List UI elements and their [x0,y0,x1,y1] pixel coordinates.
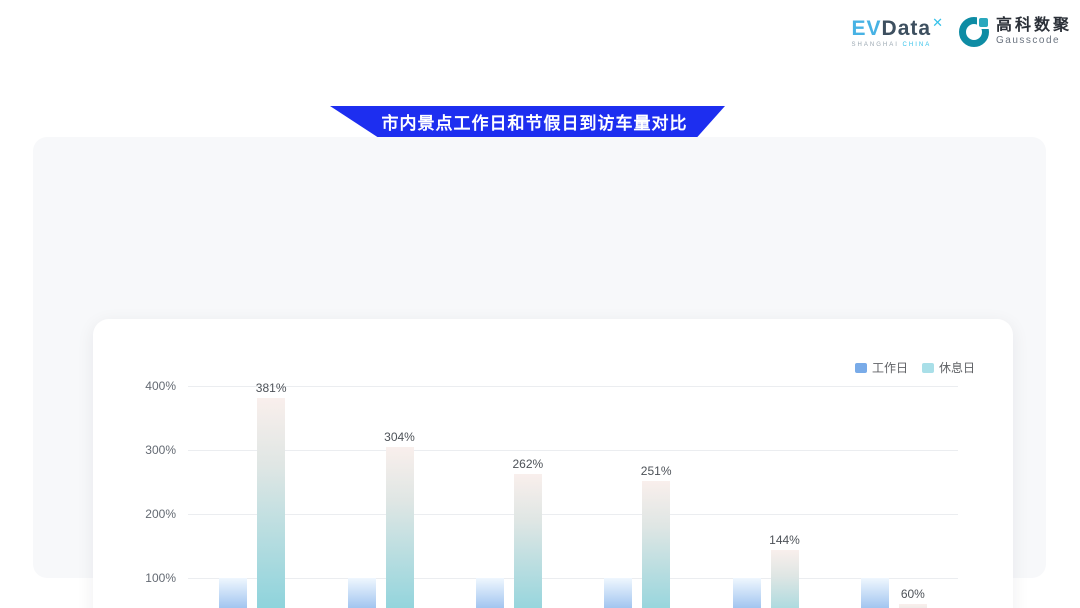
bar-restday[interactable] [386,447,414,608]
bar-restday[interactable] [642,481,670,608]
chart-title-banner: 市内景点工作日和节假日到访车量对比 [330,106,725,137]
gausscode-cn-name: 高科数聚 [996,18,1072,34]
grid-line [188,514,958,515]
evdata-x-icon: ✕ [932,15,944,30]
content-panel: 工作日休息日 0%100%200%300%400%381%辰山植物园304%上海… [33,137,1046,578]
bar-restday[interactable] [514,474,542,608]
bar-workday[interactable] [476,578,504,608]
bar-workday[interactable] [604,578,632,608]
bar-value-label: 304% [370,430,430,444]
y-axis-tick-label: 200% [106,507,176,521]
bar-workday[interactable] [219,578,247,608]
chart-card: 工作日休息日 0%100%200%300%400%381%辰山植物园304%上海… [93,319,1013,608]
evdata-ev-text: EV [852,17,882,40]
y-axis-tick-label: 100% [106,571,176,585]
evdata-subtext-china: CHINA [903,42,932,48]
bar-restday[interactable] [257,398,285,608]
bar-workday[interactable] [348,578,376,608]
g-square-dot-icon [979,18,988,27]
evdata-logo: EVData✕ SHANGHAI CHINA [852,16,944,48]
y-axis-tick-label: 300% [106,443,176,457]
gausscode-wordmark: 高科数聚 Gausscode [996,18,1072,46]
evdata-subtext: SHANGHAI CHINA [852,42,944,48]
header-logos: EVData✕ SHANGHAI CHINA 高科数聚 Gausscode [852,16,1072,48]
evdata-data-text: Data [882,17,932,40]
page: EVData✕ SHANGHAI CHINA 高科数聚 Gausscode 市内… [0,0,1080,608]
evdata-wordmark: EVData✕ [852,16,944,39]
chart-title: 市内景点工作日和节假日到访车量对比 [382,109,688,134]
gausscode-g-icon [958,16,990,48]
bar-restday[interactable] [899,604,927,608]
bar-workday[interactable] [733,578,761,608]
y-axis-tick-label: 400% [106,379,176,393]
grid-line [188,386,958,387]
bar-value-label: 381% [241,381,301,395]
bar-value-label: 262% [498,457,558,471]
gausscode-logo: 高科数聚 Gausscode [958,16,1072,48]
bar-value-label: 251% [626,464,686,478]
bar-value-label: 144% [755,533,815,547]
grid-line [188,578,958,579]
bar-value-label: 60% [883,587,943,601]
bar-chart: 0%100%200%300%400%381%辰山植物园304%上海欢乐谷262%… [93,319,1013,608]
grid-line [188,450,958,451]
evdata-subtext-shanghai: SHANGHAI [852,42,899,48]
gausscode-en-name: Gausscode [996,36,1072,46]
bar-restday[interactable] [771,550,799,608]
